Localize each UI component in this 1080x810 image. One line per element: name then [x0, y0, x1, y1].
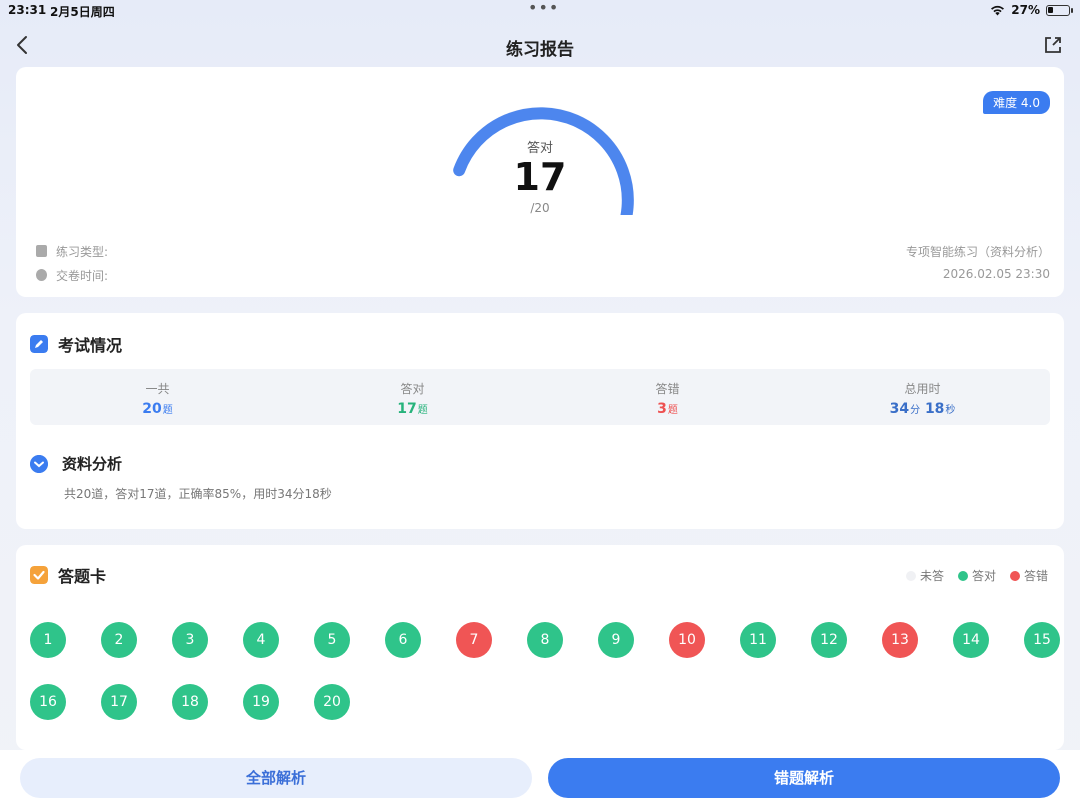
legend-correct: 答对	[957, 567, 996, 584]
chevron-down-icon[interactable]	[30, 454, 48, 473]
question-correct[interactable]: 9	[598, 622, 634, 658]
legend-correct-dot	[957, 570, 968, 581]
status-date: 2月5日周四	[50, 5, 115, 19]
question-correct[interactable]: 14	[953, 622, 989, 658]
score-value: 17	[513, 155, 567, 199]
clock-icon	[36, 269, 47, 281]
question-correct[interactable]: 18	[172, 684, 208, 720]
answer-card: 答题卡 未答 答对 答错 1 2 3 4 5 6 7 8 9 10 11 12 13 14 15 16 17 18…	[16, 545, 1064, 750]
submit-time-label: 交卷时间:	[56, 269, 109, 283]
practice-type-label: 练习类型:	[56, 245, 109, 259]
battery-level	[1048, 6, 1054, 13]
exam-section-header: 考试情况	[30, 332, 122, 356]
subject-header[interactable]: 资料分析	[30, 453, 122, 474]
practice-type-value: 专项智能练习（资料分析）	[905, 245, 1050, 259]
question-correct[interactable]: 4	[243, 622, 279, 658]
question-correct[interactable]: 17	[101, 684, 137, 720]
share-icon[interactable]	[1042, 34, 1064, 56]
question-correct[interactable]: 12	[811, 622, 847, 658]
document-icon	[36, 245, 47, 257]
multitask-dots-icon[interactable]: •••	[528, 0, 559, 17]
wrong-analysis-button[interactable]: 错题解析	[548, 758, 1060, 798]
stat-correct: 答对 17题	[285, 369, 540, 425]
stat-time-label: 总用时	[904, 382, 941, 396]
score-total: /20	[530, 201, 550, 215]
question-correct[interactable]: 1	[30, 622, 66, 658]
legend-wrong-dot	[1009, 570, 1020, 581]
stats-box: 一共 20题 答对 17题 答错 3题 总用时 34分 18秒	[30, 369, 1050, 425]
legend-unanswered: 未答	[905, 567, 944, 584]
bottom-bar: 全部解析 错题解析	[0, 750, 1080, 810]
score-label: 答对	[526, 141, 553, 156]
score-card: 难度 4.0 答对 17 /20 练习类型: 专项智能练习（资料分析） 交卷时间…	[16, 67, 1064, 297]
question-correct[interactable]: 19	[243, 684, 279, 720]
stat-correct-label: 答对	[400, 382, 425, 396]
stat-wrong-label: 答错	[655, 382, 680, 396]
submit-time-row: 交卷时间: 2026.02.05 23:30	[36, 267, 1050, 285]
question-correct[interactable]: 11	[740, 622, 776, 658]
edit-icon	[30, 335, 48, 353]
submit-time-value: 2026.02.05 23:30	[942, 267, 1050, 281]
question-correct[interactable]: 2	[101, 622, 137, 658]
stat-time-value: 34分 18秒	[889, 401, 956, 417]
stat-total-value: 20题	[142, 401, 173, 417]
practice-type-row: 练习类型: 专项智能练习（资料分析）	[36, 243, 1050, 261]
question-wrong[interactable]: 7	[456, 622, 492, 658]
question-correct[interactable]: 3	[172, 622, 208, 658]
exam-summary-card: 考试情况 一共 20题 答对 17题 答错 3题 总用时 34分 18秒 资料分…	[16, 313, 1064, 529]
status-time: 23:31	[8, 3, 47, 17]
exam-section-title: 考试情况	[58, 336, 123, 355]
question-wrong[interactable]: 13	[882, 622, 918, 658]
battery-icon	[1046, 4, 1073, 16]
checkbox-icon	[30, 566, 48, 584]
answer-card-title: 答题卡	[58, 567, 107, 586]
nav-bar: 练习报告	[0, 26, 1080, 64]
stat-wrong-value: 3题	[657, 401, 678, 417]
question-wrong[interactable]: 10	[669, 622, 705, 658]
legend-wrong: 答错	[1009, 567, 1048, 584]
question-correct[interactable]: 6	[385, 622, 421, 658]
wifi-icon	[991, 5, 1005, 15]
question-correct[interactable]: 5	[314, 622, 350, 658]
stat-time: 总用时 34分 18秒	[795, 369, 1050, 425]
question-correct[interactable]: 15	[1024, 622, 1060, 658]
stat-total: 一共 20题	[30, 369, 285, 425]
stat-correct-value: 17题	[397, 401, 428, 417]
legend-unanswered-dot	[905, 570, 916, 581]
subject-title: 资料分析	[62, 455, 123, 473]
question-correct[interactable]: 8	[527, 622, 563, 658]
answer-card-header: 答题卡	[30, 563, 106, 587]
legend: 未答 答对 答错	[905, 567, 1048, 584]
stat-total-label: 一共	[145, 382, 170, 396]
subject-description: 共20道，答对17道，正确率85%，用时34分18秒	[64, 487, 332, 501]
difficulty-badge: 难度 4.0	[983, 91, 1050, 114]
question-correct[interactable]: 20	[314, 684, 350, 720]
stat-wrong: 答错 3题	[540, 369, 795, 425]
all-analysis-button[interactable]: 全部解析	[20, 758, 532, 798]
page-title: 练习报告	[506, 40, 574, 60]
question-correct[interactable]: 16	[30, 684, 66, 720]
status-bar: 23:31 2月5日周四 ••• 27%	[0, 0, 1080, 22]
battery-percent: 27%	[1011, 3, 1040, 17]
